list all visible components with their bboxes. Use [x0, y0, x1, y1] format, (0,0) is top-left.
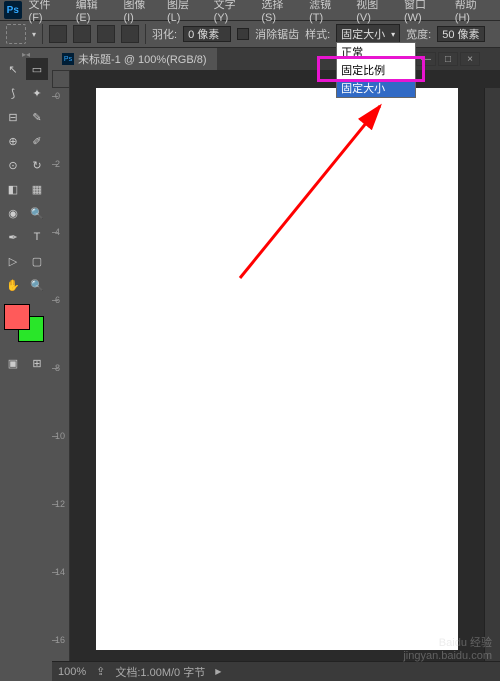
share-icon[interactable]: ⇪ [96, 665, 105, 678]
width-input[interactable] [437, 26, 485, 42]
tool-screenmode[interactable]: ⊞ [26, 352, 48, 374]
tool-shape[interactable]: ▢ [26, 250, 48, 272]
tool-healing[interactable]: ⊕ [2, 130, 24, 152]
menu-window[interactable]: 窗口(W) [399, 0, 448, 26]
document-tab-title: 未标题-1 @ 100%(RGB/8) [78, 51, 207, 67]
marquee-tool-indicator [6, 24, 26, 44]
tool-dodge[interactable]: 🔍 [26, 202, 48, 224]
tool-eraser[interactable]: ◧ [2, 178, 24, 200]
menu-view[interactable]: 视图(V) [351, 0, 397, 26]
menu-image[interactable]: 图像(I) [118, 0, 160, 26]
tool-magic-wand[interactable]: ✦ [26, 82, 48, 104]
feather-label: 羽化: [152, 26, 177, 42]
tools-collapse-icon[interactable]: ▸◂ [2, 50, 50, 58]
style-select-value: 固定大小 [341, 26, 385, 42]
antialias-checkbox[interactable] [237, 28, 249, 40]
antialias-label: 消除锯齿 [255, 26, 299, 42]
ps-mini-icon: Ps [62, 53, 74, 65]
selection-intersect-button[interactable] [121, 25, 139, 43]
canvas[interactable] [96, 88, 458, 650]
status-menu-icon[interactable]: ▶ [215, 667, 221, 676]
foreground-color-swatch[interactable] [4, 304, 30, 330]
selection-add-button[interactable] [73, 25, 91, 43]
menu-file[interactable]: 文件(F) [24, 0, 69, 26]
ruler-corner [52, 70, 70, 88]
chevron-down-icon: ▾ [391, 30, 395, 39]
tool-hand[interactable]: ✋ [2, 274, 24, 296]
window-minimize-button[interactable]: — [416, 52, 436, 66]
tool-history-brush[interactable]: ↻ [26, 154, 48, 176]
tool-brush[interactable]: ✐ [26, 130, 48, 152]
menu-layer[interactable]: 图层(L) [162, 0, 207, 26]
window-maximize-button[interactable]: □ [438, 52, 458, 66]
selection-new-button[interactable] [49, 25, 67, 43]
tool-crop[interactable]: ⊟ [2, 106, 24, 128]
menu-edit[interactable]: 编辑(E) [71, 0, 117, 26]
width-label: 宽度: [406, 26, 431, 42]
selection-subtract-button[interactable] [97, 25, 115, 43]
menu-help[interactable]: 帮助(H) [450, 0, 496, 26]
tool-gradient[interactable]: ▦ [26, 178, 48, 200]
tool-blur[interactable]: ◉ [2, 202, 24, 224]
status-zoom[interactable]: 100% [58, 666, 86, 678]
window-close-button[interactable]: × [460, 52, 480, 66]
style-option-ratio[interactable]: 固定比例 [337, 61, 415, 79]
tool-marquee[interactable]: ▭ [26, 58, 48, 80]
style-dropdown: 正常 固定比例 固定大小 [336, 42, 416, 98]
ruler-vertical[interactable]: 0246810121416 [52, 88, 70, 661]
tool-stamp[interactable]: ⊙ [2, 154, 24, 176]
vertical-scrollbar[interactable] [484, 88, 500, 661]
style-option-fixed[interactable]: 固定大小 [337, 79, 415, 97]
tool-eyedropper[interactable]: ✎ [26, 106, 48, 128]
ps-logo: Ps [4, 1, 22, 19]
tool-pen[interactable]: ✒ [2, 226, 24, 248]
feather-input[interactable] [183, 26, 231, 42]
menu-filter[interactable]: 滤镜(T) [304, 0, 349, 26]
tool-lasso[interactable]: ⟆ [2, 82, 24, 104]
document-tab[interactable]: Ps 未标题-1 @ 100%(RGB/8) [52, 48, 217, 70]
menu-select[interactable]: 选择(S) [256, 0, 302, 26]
tool-zoom[interactable]: 🔍 [26, 274, 48, 296]
tool-text[interactable]: T [26, 226, 48, 248]
tool-move[interactable]: ↖ [2, 58, 24, 80]
menu-text[interactable]: 文字(Y) [209, 0, 255, 26]
tools-panel: ▸◂ ↖▭ ⟆✦ ⊟✎ ⊕✐ ⊙↻ ◧▦ ◉🔍 ✒T ▷▢ ✋🔍 ▣⊞ [0, 48, 52, 681]
style-select[interactable]: 固定大小 ▾ [336, 24, 400, 44]
tool-quickmask[interactable]: ▣ [2, 352, 24, 374]
status-doc-info: 文档:1.00M/0 字节 [115, 664, 205, 680]
watermark: Baidu 经验 jingyan.baidu.com [403, 637, 492, 663]
style-option-normal[interactable]: 正常 [337, 43, 415, 61]
color-swatches[interactable] [2, 304, 48, 344]
tool-path-select[interactable]: ▷ [2, 250, 24, 272]
style-label: 样式: [305, 26, 330, 42]
